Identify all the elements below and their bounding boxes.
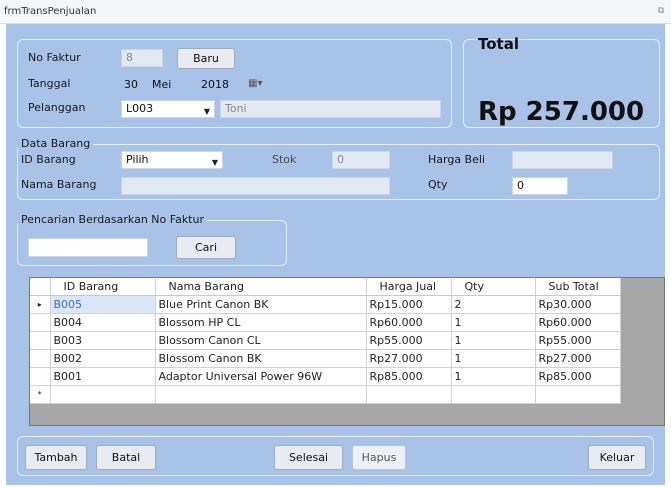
data-barang-group: Data Barang ID Barang Pilih ▼ Stok 0 Har… [17,137,660,200]
nama-barang-field[interactable] [121,177,390,195]
grid-cell[interactable]: B005 [50,295,156,314]
id-barang-label: ID Barang [21,153,76,166]
pencarian-input[interactable] [28,238,148,257]
new-row[interactable]: * [30,385,621,404]
form-client-area: No Faktur 8 Baru Tanggal 30 Mei 2018 ▦▾ … [6,24,665,485]
app-window: frmTransPenjualan ⧉ No Faktur 8 Baru Tan… [0,0,671,487]
harga-beli-label: Harga Beli [428,153,485,166]
tanggal-month: Mei [152,78,172,91]
chevron-down-icon[interactable]: ▼ [212,155,218,171]
data-barang-legend: Data Barang [18,137,94,150]
grid-cell[interactable]: Rp15.000 [366,295,452,314]
grid-cell[interactable]: Rp85.000 [535,367,621,386]
grid-cell[interactable]: Rp30.000 [535,295,621,314]
id-barang-combo[interactable]: Pilih ▼ [121,151,223,169]
tanggal-year: 2018 [201,78,229,91]
grid-cell[interactable] [366,385,452,404]
column-header-qty[interactable]: Qty [451,278,536,296]
tambah-button[interactable]: Tambah [25,445,87,470]
title-bar: frmTransPenjualan ⧉ [0,0,671,24]
baru-button[interactable]: Baru [177,48,235,69]
action-bar: Tambah Batal Selesai Hapus Keluar [17,436,654,476]
table-row[interactable]: B003 Blossom Canon CL Rp55.000 1 Rp55.000 [30,331,621,350]
header-group: No Faktur 8 Baru Tanggal 30 Mei 2018 ▦▾ … [17,39,452,128]
row-header[interactable] [30,367,51,386]
grid-cell[interactable]: Blossom HP CL [155,313,367,332]
calendar-icon[interactable]: ▦▾ [248,76,262,92]
grid-cell[interactable] [50,385,156,404]
grid-cell[interactable]: 2 [451,295,536,314]
qty-label: Qty [428,178,448,191]
table-row[interactable]: B004 Blossom HP CL Rp60.000 1 Rp60.000 [30,313,621,332]
grid-cell[interactable]: Rp60.000 [366,313,452,332]
grid-cell[interactable]: B004 [50,313,156,332]
total-value: Rp 257.000 [478,97,645,127]
grid-cell[interactable] [535,385,621,404]
row-header[interactable] [30,349,51,368]
grid-cell[interactable]: B001 [50,367,156,386]
harga-beli-field[interactable] [512,151,613,169]
grid-cell[interactable]: Adaptor Universal Power 96W [155,367,367,386]
new-row-marker: * [30,385,51,404]
grid-cell[interactable]: Rp85.000 [366,367,452,386]
grid-cell[interactable]: Blossom Canon BK [155,349,367,368]
window-title: frmTransPenjualan [4,6,97,17]
grid-cell[interactable] [451,385,536,404]
grid-cell[interactable]: Blossom Canon CL [155,331,367,350]
id-barang-value: Pilih [126,153,149,166]
grid-cell[interactable]: 1 [451,331,536,350]
qty-field[interactable]: 0 [512,177,568,195]
row-header[interactable]: ▸ [30,295,51,314]
total-title: Total [478,35,519,53]
cari-button[interactable]: Cari [176,236,236,259]
grid-cell[interactable]: Rp27.000 [366,349,452,368]
hapus-button[interactable]: Hapus [352,445,406,470]
restore-icon[interactable]: ⧉ [655,5,667,17]
grid-cell[interactable] [155,385,367,404]
pelanggan-label: Pelanggan [28,101,86,114]
column-header-nama-barang[interactable]: Nama Barang [155,278,367,296]
tanggal-picker[interactable]: 30 Mei 2018 ▦▾ [121,76,268,94]
grid-cell[interactable]: Rp55.000 [366,331,452,350]
batal-button[interactable]: Batal [96,445,156,470]
grid-cell[interactable]: Rp55.000 [535,331,621,350]
row-header[interactable] [30,331,51,350]
row-header[interactable] [30,313,51,332]
tanggal-label: Tanggal [28,77,71,90]
grid-table: ID Barang Nama Barang Harga Jual Qty Sub… [30,278,621,404]
table-row[interactable]: ▸ B005 Blue Print Canon BK Rp15.000 2 Rp30.00… [30,295,621,314]
grid-cell[interactable]: Rp60.000 [535,313,621,332]
grid-cell[interactable]: 1 [451,367,536,386]
pelanggan-combo[interactable]: L003 ▼ [121,100,215,118]
stok-label: Stok [272,153,297,166]
column-header-id-barang[interactable]: ID Barang [50,278,156,296]
table-row[interactable]: B001 Adaptor Universal Power 96W Rp85.000 1… [30,367,621,386]
no-faktur-field[interactable]: 8 [121,49,163,67]
grid-cell[interactable]: Blue Print Canon BK [155,295,367,314]
no-faktur-label: No Faktur [28,51,81,64]
pencarian-group: Pencarian Berdasarkan No Faktur Cari [17,213,287,266]
nama-barang-label: Nama Barang [21,178,97,191]
chevron-down-icon[interactable]: ▼ [204,104,210,120]
keluar-button[interactable]: Keluar [588,445,646,470]
row-header-corner [30,278,51,296]
grid-cell[interactable]: 1 [451,349,536,368]
tanggal-day: 30 [124,78,138,91]
column-header-harga-jual[interactable]: Harga Jual [366,278,452,296]
selesai-button[interactable]: Selesai [274,445,343,470]
pelanggan-code: L003 [126,102,154,115]
sales-data-grid[interactable]: ID Barang Nama Barang Harga Jual Qty Sub… [29,277,665,426]
grid-cell[interactable]: B002 [50,349,156,368]
grid-cell[interactable]: Rp27.000 [535,349,621,368]
pencarian-legend: Pencarian Berdasarkan No Faktur [18,213,207,226]
grid-cell[interactable]: B003 [50,331,156,350]
stok-field[interactable]: 0 [332,151,390,169]
grid-cell[interactable]: 1 [451,313,536,332]
pelanggan-name-field[interactable]: Toni [220,100,441,118]
grid-header-row: ID Barang Nama Barang Harga Jual Qty Sub… [30,278,621,296]
table-row[interactable]: B002 Blossom Canon BK Rp27.000 1 Rp27.000 [30,349,621,368]
column-header-sub-total[interactable]: Sub Total [535,278,621,296]
